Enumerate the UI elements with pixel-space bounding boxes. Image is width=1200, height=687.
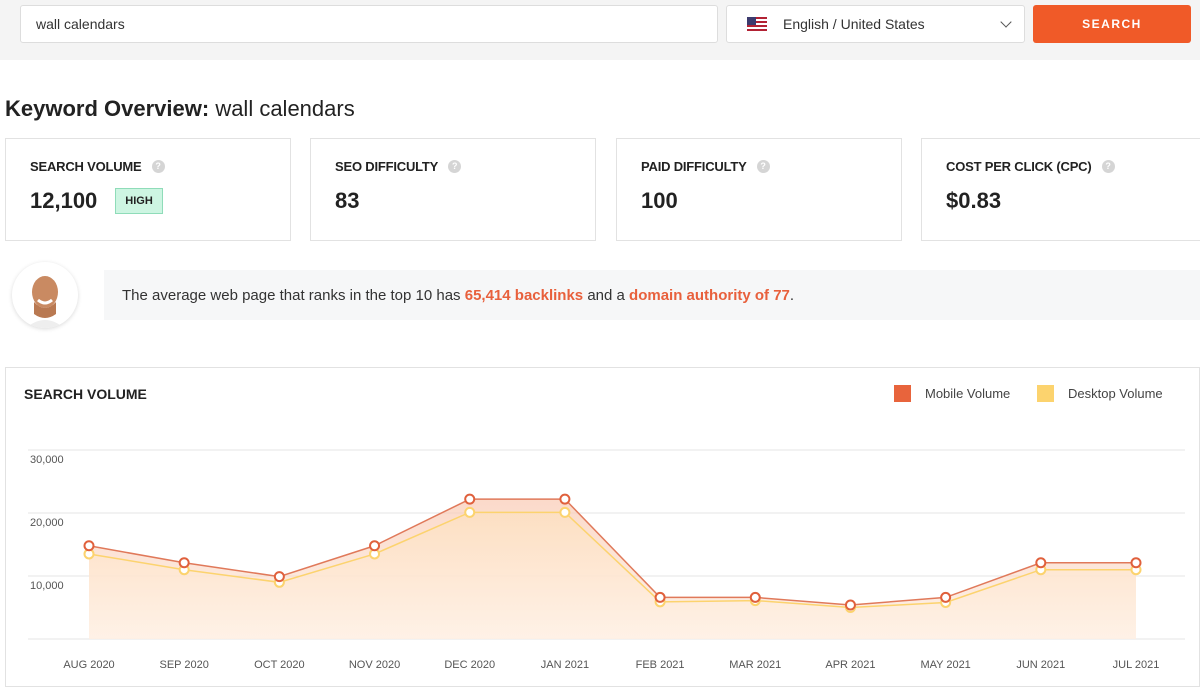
data-point	[749, 591, 761, 603]
x-tick-label: DEC 2020	[444, 659, 495, 671]
data-point	[83, 540, 95, 552]
x-tick-label: JAN 2021	[541, 659, 589, 671]
chart-plot: 10,000 20,000 30,000 AUG 2020 SEP 2020 OCT 20…	[28, 449, 1185, 671]
data-point	[844, 599, 856, 611]
data-point	[1130, 557, 1142, 569]
data-point	[369, 540, 381, 552]
y-tick-label: 10,000	[30, 580, 64, 592]
x-tick-label: NOV 2020	[349, 659, 400, 671]
data-point	[559, 506, 571, 518]
x-tick-label: AUG 2020	[63, 659, 114, 671]
x-tick-label: MAY 2021	[920, 659, 970, 671]
data-point	[559, 493, 571, 505]
y-tick-label: 30,000	[30, 454, 64, 466]
data-point	[654, 591, 666, 603]
y-tick-label: 20,000	[30, 517, 64, 529]
data-point	[178, 557, 190, 569]
x-tick-label: OCT 2020	[254, 659, 305, 671]
x-tick-label: APR 2021	[825, 659, 875, 671]
data-point	[940, 591, 952, 603]
x-tick-label: MAR 2021	[729, 659, 781, 671]
data-point	[273, 571, 285, 583]
data-point	[1035, 557, 1047, 569]
data-point	[464, 506, 476, 518]
data-point	[464, 493, 476, 505]
x-tick-label: SEP 2020	[160, 659, 209, 671]
x-tick-label: FEB 2021	[636, 659, 685, 671]
x-tick-label: JUN 2021	[1016, 659, 1065, 671]
x-tick-label: JUL 2021	[1113, 659, 1160, 671]
